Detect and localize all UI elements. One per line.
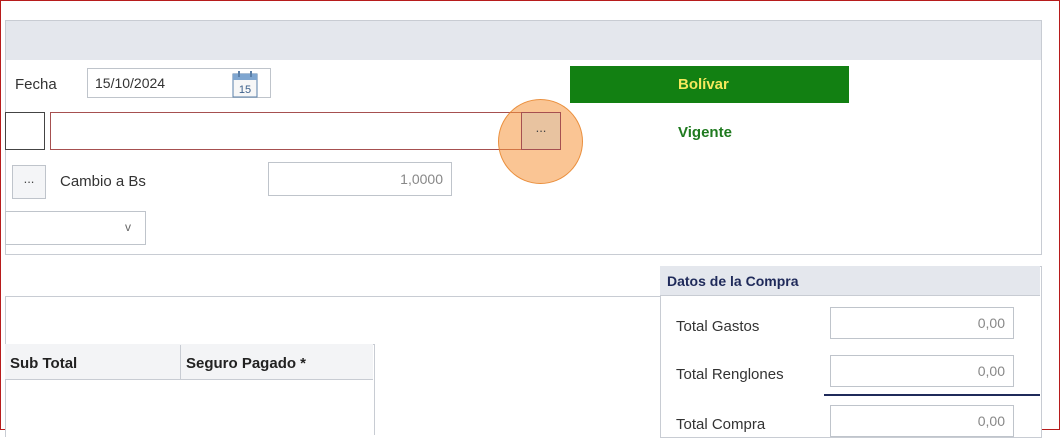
supplier-input[interactable]	[50, 112, 522, 150]
chevron-down-icon[interactable]: v	[125, 220, 131, 234]
total-gastos-label: Total Gastos	[676, 318, 760, 335]
currency-badge: Bolívar	[570, 66, 849, 103]
compra-title: Datos de la Compra	[667, 273, 799, 289]
column-separator	[180, 345, 181, 379]
total-compra-label: Total Compra	[676, 416, 766, 433]
header-bar	[5, 20, 1042, 61]
currency-lookup-button[interactable]: ...	[12, 165, 46, 199]
column-header-subtotal[interactable]: Sub Total	[10, 355, 77, 372]
calendar-day: 15	[239, 84, 251, 96]
total-divider	[824, 394, 1040, 396]
calendar-icon[interactable]: 15	[232, 70, 258, 98]
cambio-input[interactable]: 1,0000	[268, 162, 452, 196]
cambio-label: Cambio a Bs	[60, 173, 146, 190]
total-compra-field[interactable]: 0,00	[830, 405, 1014, 437]
total-gastos-field[interactable]: 0,00	[830, 307, 1014, 339]
code-input[interactable]	[5, 112, 45, 150]
supplier-lookup-button[interactable]: ...	[521, 112, 561, 150]
column-header-seguro[interactable]: Seguro Pagado *	[186, 355, 306, 372]
total-renglones-field[interactable]: 0,00	[830, 355, 1014, 387]
status-text: Vigente	[678, 124, 732, 141]
total-renglones-label: Total Renglones	[676, 366, 784, 383]
fecha-label: Fecha	[15, 76, 57, 93]
